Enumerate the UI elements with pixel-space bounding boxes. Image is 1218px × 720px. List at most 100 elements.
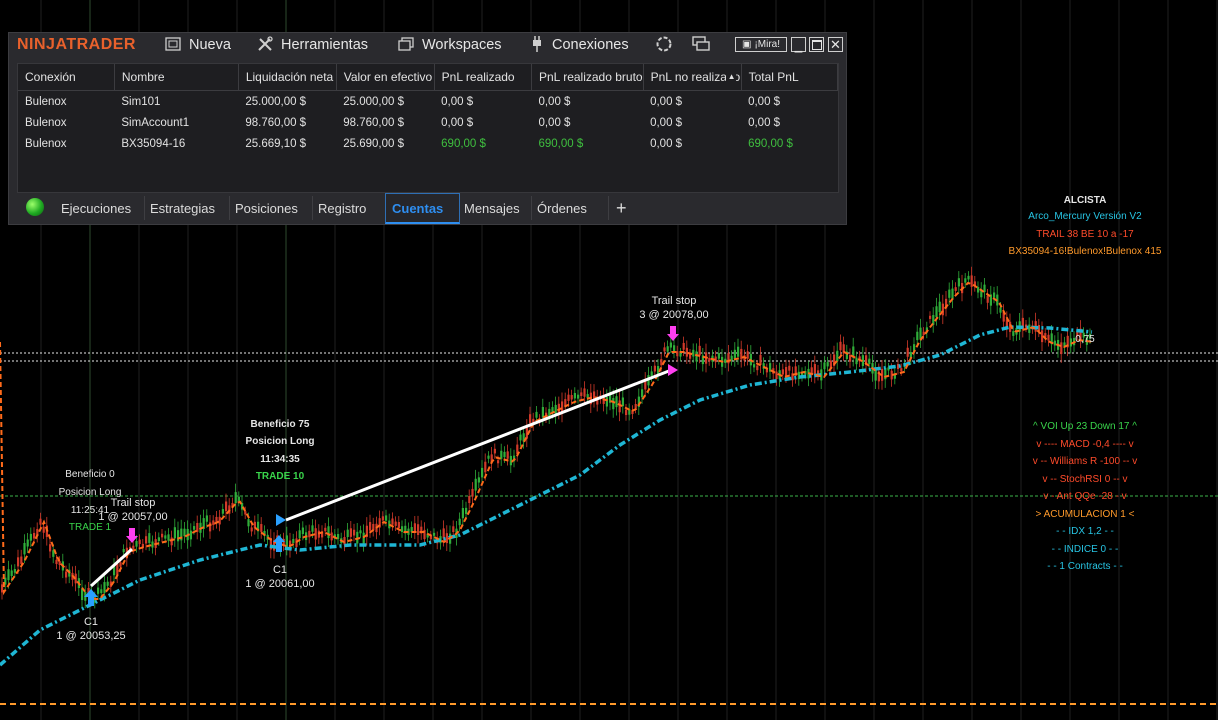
menu-conexiones[interactable]: Conexiones — [530, 35, 629, 55]
chat-button[interactable] — [692, 35, 718, 54]
trade1-exit-fill: 1 @ 20057,00 — [98, 511, 168, 523]
plug-icon — [530, 35, 544, 55]
accounts-grid[interactable]: Conexión Nombre Liquidación neta Valor en e… — [17, 63, 839, 193]
maximize-icon — [811, 39, 822, 50]
strategy-name: Arco_Mercury Versión V2 — [1028, 211, 1142, 222]
menu-label: Workspaces — [422, 37, 502, 53]
grid-cell: 98.760,00 $ — [245, 116, 307, 129]
grid-cell: Bulenox — [25, 116, 67, 129]
column-header[interactable]: Liquidación neta — [238, 64, 337, 91]
column-header-label: PnL realizado — [441, 70, 515, 84]
tab-ejecuciones[interactable]: Ejecuciones — [55, 196, 145, 220]
menu-bar: NINJATRADER Nueva Herramientas Workspace… — [9, 33, 846, 57]
trade2-position: Posicion Long — [245, 436, 315, 447]
menu-label: Conexiones — [552, 37, 629, 53]
tab-posiciones[interactable]: Posiciones — [229, 196, 313, 220]
signal-line: > ACUMULACION 1 < — [1035, 508, 1135, 520]
grid-cell: 0,00 $ — [650, 137, 683, 150]
trade2-entry-label: C1 — [272, 564, 288, 576]
grid-cell: 690,00 $ — [748, 137, 793, 150]
signal-line: - - IDX 1,2 - - — [1056, 526, 1114, 537]
column-header-label: PnL realizado bruto — [538, 70, 643, 84]
signal-line: v - Ant QQe -28 - v — [1043, 491, 1127, 502]
column-header-label: Valor en efectivo — [343, 70, 433, 84]
trade2-entry-fill: 1 @ 20061,00 — [245, 578, 315, 590]
minimize-icon: ▁ — [794, 42, 803, 53]
tab-registro[interactable]: Registro — [312, 196, 386, 220]
column-header[interactable]: PnL realizado — [434, 64, 532, 91]
column-header[interactable]: PnL realizado bruto — [531, 64, 644, 91]
grid-cell: 690,00 $ — [441, 137, 486, 150]
column-header-label: Total PnL — [748, 70, 799, 84]
column-header-label: Liquidación neta — [245, 70, 334, 84]
account-row[interactable]: Bulenox Sim101 25.000,00 $ 25.000,00 $ 0,00 … — [18, 91, 838, 113]
close-button[interactable]: ✕ — [828, 37, 843, 52]
grid-cell: Bulenox — [25, 95, 67, 108]
tab-mensajes[interactable]: Mensajes — [458, 196, 532, 220]
close-icon: ✕ — [830, 36, 841, 52]
menu-workspaces[interactable]: Workspaces — [398, 36, 502, 54]
column-header[interactable]: Valor en efectivo — [336, 64, 435, 91]
grid-cell: 0,00 $ — [441, 116, 474, 129]
menu-nueva[interactable]: Nueva — [165, 36, 231, 54]
add-tab-button[interactable]: + — [610, 196, 633, 220]
grid-cell: 0,00 $ — [650, 95, 683, 108]
menu-label: Nueva — [189, 37, 231, 53]
trade2-tag: TRADE 10 — [255, 471, 305, 482]
price-tag: 0,75 — [1075, 334, 1095, 345]
column-header[interactable]: Total PnL — [741, 64, 839, 91]
mira-label: ¡Mira! — [754, 39, 780, 50]
trade2-profit: Beneficio 75 — [250, 419, 310, 430]
trade2-line — [285, 367, 675, 522]
trade1-entry-fill: 1 @ 20053,25 — [56, 630, 126, 642]
horizontal-levels — [0, 352, 1218, 705]
trade2-time: 11:34:35 — [260, 454, 300, 465]
signal-line: - - 1 Contracts - - — [1047, 561, 1123, 572]
mira-button[interactable]: ▣ ¡Mira! — [735, 37, 787, 52]
entry-triangle-2 — [276, 514, 286, 526]
signal-line: - - INDICE 0 - - — [1051, 543, 1119, 555]
trade1-exit-label: Trail stop — [110, 497, 156, 509]
grid-cell: 0,00 $ — [650, 116, 683, 129]
tab-estrategias[interactable]: Estrategias — [144, 196, 230, 220]
grid-cell: 25.669,10 $ — [245, 137, 307, 150]
trade1-entry-label: C1 — [83, 616, 99, 628]
trade1-line — [89, 547, 134, 588]
grid-cell: 0,00 $ — [538, 116, 571, 129]
account-row[interactable]: Bulenox BX35094-16 25.669,10 $ 25.690,00 $ 6… — [18, 133, 838, 154]
signal-line: v -- Williams R -100 -- v — [1032, 456, 1138, 467]
signal-line: ^ VOI Up 23 Down 17 ^ — [1033, 421, 1137, 432]
tab-cuentas[interactable]: Cuentas — [385, 193, 460, 224]
trade1-profit: Beneficio 0 — [65, 469, 115, 480]
grid-cell: 690,00 $ — [538, 137, 584, 150]
video-icon: ▣ — [741, 39, 752, 50]
grid-cell: 0,00 $ — [441, 95, 474, 108]
column-header[interactable]: PnL no realizado ▲ — [643, 64, 742, 91]
column-header-label: Conexión — [25, 70, 76, 84]
column-header[interactable]: Conexión — [18, 64, 115, 91]
maximize-button[interactable] — [809, 37, 824, 52]
grid-cell: 0,00 $ — [748, 116, 781, 129]
signal-line: v ---- MACD -0,4 ---- v — [1036, 438, 1134, 450]
trade-markers — [84, 326, 679, 606]
menu-label: Herramientas — [281, 37, 369, 53]
grid-cell: SimAccount1 — [121, 116, 190, 129]
tab-órdenes[interactable]: Órdenes — [531, 196, 609, 220]
trade1-tag: TRADE 1 — [68, 522, 112, 533]
column-header[interactable]: Nombre — [114, 64, 239, 91]
grid-cell: BX35094-16 — [121, 137, 186, 150]
sync-button[interactable] — [655, 36, 681, 54]
grid-header-row: Conexión Nombre Liquidación neta Valor en e… — [18, 64, 839, 91]
trade2-exit-fill: 3 @ 20078,00 — [639, 309, 709, 321]
control-center-window[interactable]: NINJATRADER Nueva Herramientas Workspace… — [8, 32, 847, 225]
minimize-button[interactable]: ▁ — [791, 37, 806, 53]
sort-ascending-icon: ▲ — [725, 72, 736, 81]
new-window-icon — [165, 36, 181, 54]
ninjatrader-logo: NINJATRADER — [17, 36, 136, 53]
menu-herramientas[interactable]: Herramientas — [257, 35, 369, 54]
account-row[interactable]: Bulenox SimAccount1 98.760,00 $ 98.760,00 $… — [18, 112, 838, 133]
trade-lines — [89, 367, 675, 588]
workspaces-icon — [398, 36, 414, 54]
strategy-trail: TRAIL 38 BE 10 a -17 — [1036, 229, 1134, 240]
grid-cell: 25.000,00 $ — [245, 95, 307, 108]
